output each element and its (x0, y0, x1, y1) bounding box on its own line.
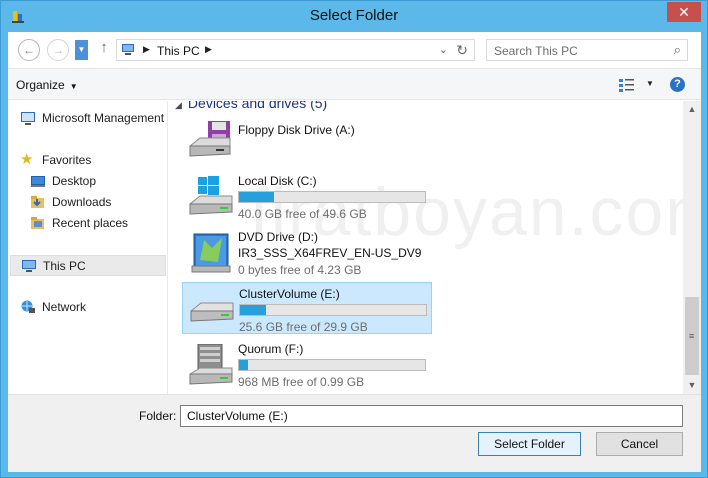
address-dropdown-icon[interactable]: ⌄ (439, 43, 448, 56)
server-disk-icon (189, 344, 233, 385)
nav-item-network[interactable]: Network (20, 297, 160, 318)
windows-disk-icon (189, 176, 233, 215)
scroll-grip-icon: ≡ (689, 331, 695, 341)
nav-item-label: Recent places (52, 216, 129, 230)
scroll-up-icon[interactable]: ▲ (683, 101, 701, 118)
nav-item-desktop[interactable]: Desktop (30, 171, 160, 192)
help-button[interactable]: ? (670, 77, 685, 92)
title-bar[interactable]: Select Folder ✕ (1, 1, 707, 32)
nav-item-label: Downloads (52, 195, 112, 209)
up-button[interactable]: ↑ (96, 39, 112, 59)
vertical-scrollbar[interactable]: ▲ ≡ ▼ (683, 101, 701, 394)
computer-icon (122, 44, 134, 55)
arrow-up-icon: ↑ (100, 39, 108, 56)
search-icon[interactable]: ⌕ (674, 42, 681, 58)
nav-item-mmc[interactable]: Microsoft Management Console (20, 108, 167, 129)
chevron-down-icon: ▼ (69, 82, 78, 91)
nav-item-label: Microsoft Management Console (42, 111, 167, 125)
drive-item-local-disk[interactable]: Local Disk (C:) 40.0 GB free of 49.6 GB (182, 170, 432, 222)
forward-button[interactable]: → (47, 39, 69, 61)
scroll-down-icon[interactable]: ▼ (683, 377, 701, 394)
refresh-icon[interactable]: ↻ (456, 42, 468, 59)
drive-name: Quorum (F:) (238, 342, 304, 356)
drive-free-space: 40.0 GB free of 49.6 GB (238, 207, 367, 221)
address-field[interactable]: ▶ This PC ▶ ⌄ ↻ (116, 39, 475, 61)
drive-free-space: 968 MB free of 0.99 GB (238, 375, 365, 389)
drive-name: ClusterVolume (E:) (239, 287, 340, 301)
drive-usage-fill (239, 192, 275, 202)
breadcrumb-this-pc[interactable]: This PC (157, 44, 200, 58)
drive-usage-bar (238, 359, 426, 371)
nav-item-recent-places[interactable]: Recent places (30, 213, 160, 234)
computer-icon (22, 260, 36, 272)
view-options-dropdown-icon[interactable]: ▼ (646, 79, 654, 88)
arrow-right-icon: → (52, 43, 64, 57)
drive-item-quorum[interactable]: Quorum (F:) 968 MB free of 0.99 GB (182, 338, 432, 390)
nav-item-favorites[interactable]: ★ Favorites (20, 150, 160, 171)
drive-usage-bar (238, 191, 426, 203)
breadcrumb-separator-icon[interactable]: ▶ (205, 44, 212, 55)
mmc-icon (21, 112, 35, 125)
search-input[interactable]: Search This PC ⌕ (486, 39, 688, 61)
cancel-button[interactable]: Cancel (596, 432, 683, 456)
drive-usage-fill (240, 305, 267, 315)
nav-item-label: Favorites (42, 153, 92, 167)
collapse-group-icon: ◢ (175, 101, 182, 110)
drive-item-dvd[interactable]: DVD Drive (D:) IR3_SSS_X64FREV_EN-US_DV9… (182, 226, 432, 278)
chevron-down-icon: ▼ (77, 45, 86, 54)
change-view-icon[interactable] (619, 78, 635, 92)
drive-item-cluster-volume[interactable]: ClusterVolume (E:) 25.6 GB free of 29.9 … (182, 282, 432, 334)
drive-free-space: 0 bytes free of 4.23 GB (238, 263, 362, 277)
hard-disk-icon (190, 302, 234, 322)
nav-item-this-pc[interactable]: This PC (10, 255, 166, 276)
nav-item-downloads[interactable]: Downloads (30, 192, 160, 213)
command-bar: Organize ▼ ▼ ? (8, 68, 701, 100)
dialog-client: ← → ▼ ↑ ▶ This PC ▶ ⌄ ↻ Search This PC ⌕ (8, 32, 701, 472)
dvd-drive-icon (191, 233, 231, 273)
file-list[interactable]: firatboyan.com ◢ Devices and drives (5) F… (170, 101, 683, 394)
star-icon: ★ (20, 151, 34, 168)
drive-usage-bar (239, 304, 427, 316)
scroll-thumb[interactable]: ≡ (685, 297, 699, 375)
organize-menu[interactable]: Organize ▼ (16, 78, 78, 92)
recent-locations-button[interactable]: ▼ (75, 40, 88, 60)
nav-item-label: This PC (43, 259, 86, 273)
navigation-pane[interactable]: Microsoft Management Console ★ Favorites… (8, 101, 168, 394)
window-title: Select Folder (309, 7, 399, 24)
drive-name: Local Disk (C:) (238, 174, 317, 188)
organize-label: Organize (16, 78, 65, 92)
drive-free-space: 25.6 GB free of 29.9 GB (239, 320, 368, 334)
drive-name: Floppy Disk Drive (A:) (238, 123, 355, 137)
floppy-drive-icon (189, 121, 231, 157)
nav-item-label: Network (42, 300, 87, 314)
network-icon (21, 300, 35, 313)
recent-places-icon (31, 217, 44, 229)
desktop-icon (31, 176, 45, 187)
address-bar-row: ← → ▼ ↑ ▶ This PC ▶ ⌄ ↻ Search This PC ⌕ (8, 32, 701, 68)
nav-item-label: Desktop (52, 174, 97, 188)
dialog-window: Select Folder ✕ ← → ▼ ↑ ▶ This PC ▶ ⌄ ↻ (0, 0, 708, 478)
drive-item-floppy[interactable]: Floppy Disk Drive (A:) (182, 114, 432, 166)
breadcrumb-separator-icon[interactable]: ▶ (143, 44, 150, 55)
folder-name-input[interactable] (180, 405, 683, 427)
drive-volume-label: IR3_SSS_X64FREV_EN-US_DV9 (238, 246, 422, 260)
group-header-label: Devices and drives (5) (187, 101, 328, 111)
drive-usage-fill (239, 360, 249, 370)
search-placeholder: Search This PC (494, 44, 578, 58)
bottom-panel: Folder: Select Folder Cancel (8, 394, 701, 472)
folder-label: Folder: (139, 409, 177, 423)
back-button[interactable]: ← (18, 39, 40, 61)
arrow-left-icon: ← (23, 43, 35, 57)
select-folder-button[interactable]: Select Folder (478, 432, 581, 456)
downloads-icon (31, 196, 44, 208)
group-header-devices[interactable]: ◢ Devices and drives (5) (175, 101, 327, 111)
close-button[interactable]: ✕ (667, 2, 701, 22)
drive-name: DVD Drive (D:) (238, 230, 318, 244)
